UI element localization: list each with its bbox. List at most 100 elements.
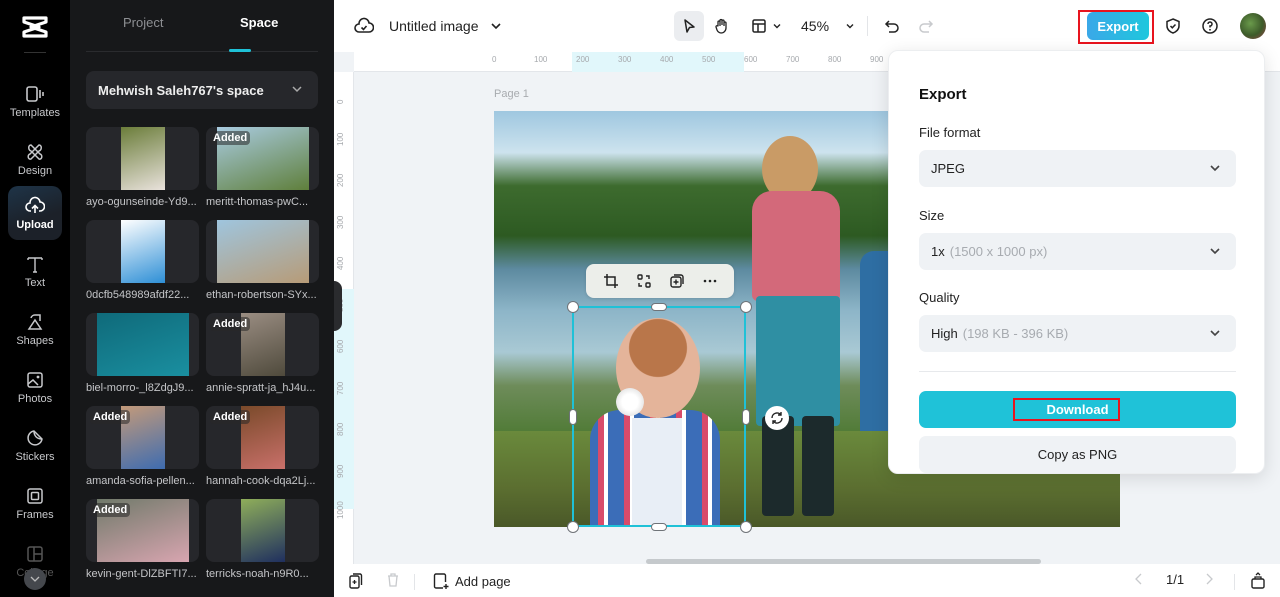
asset-item[interactable]: 0dcfb548989afdf22... bbox=[86, 220, 199, 301]
rail-more-button[interactable] bbox=[24, 568, 46, 590]
tab-project[interactable]: Project bbox=[123, 15, 163, 30]
crop-icon[interactable] bbox=[600, 270, 622, 292]
undo-button[interactable] bbox=[880, 11, 904, 41]
shield-check-icon bbox=[1166, 18, 1180, 34]
duplicate-page-icon bbox=[349, 573, 363, 589]
bottom-toolbar: Add page 1/1 bbox=[334, 564, 1280, 597]
layout-menu-button[interactable] bbox=[746, 11, 788, 41]
chevron-down-icon[interactable] bbox=[489, 17, 503, 38]
rail-item-design[interactable]: Design bbox=[8, 132, 62, 186]
ruler-tick-label: 200 bbox=[576, 55, 590, 64]
help-button[interactable] bbox=[1198, 11, 1222, 41]
more-options-icon[interactable] bbox=[699, 270, 721, 292]
asset-item[interactable]: ayo-ogunseinde-Yd9... bbox=[86, 127, 199, 208]
ruler-tick-label: 400 bbox=[336, 256, 345, 270]
asset-item[interactable]: Added hannah-cook-dqa2Lj... bbox=[206, 406, 319, 487]
help-icon bbox=[1202, 18, 1218, 34]
added-badge: Added bbox=[90, 503, 131, 517]
file-format-value: JPEG bbox=[931, 161, 965, 176]
asset-item[interactable]: biel-morro-_l8ZdgJ9... bbox=[86, 313, 199, 394]
ruler-tick-label: 600 bbox=[744, 55, 758, 64]
quality-value: High bbox=[931, 326, 958, 341]
asset-item[interactable]: Added annie-spratt-ja_hJ4u... bbox=[206, 313, 319, 394]
cloud-saved-icon[interactable] bbox=[354, 16, 375, 36]
rotate-handle[interactable] bbox=[765, 406, 789, 430]
next-page-button[interactable] bbox=[1204, 572, 1214, 586]
design-icon bbox=[25, 142, 45, 162]
ruler-tick-label: 700 bbox=[336, 381, 345, 395]
rail-item-photos[interactable]: Photos bbox=[8, 360, 62, 414]
ruler-tick-label: 1000 bbox=[336, 501, 345, 519]
rail-label: Shapes bbox=[16, 334, 54, 347]
resize-handle-bottom[interactable] bbox=[651, 523, 667, 531]
size-value: 1x bbox=[931, 244, 945, 259]
export-dialog-title: Export bbox=[919, 86, 967, 103]
redo-button[interactable] bbox=[914, 11, 938, 41]
zoom-level[interactable]: 45% bbox=[801, 18, 829, 34]
download-button[interactable]: Download bbox=[919, 391, 1236, 428]
select-tool-button[interactable] bbox=[674, 11, 704, 41]
document-title[interactable]: Untitled image bbox=[389, 18, 479, 34]
rail-item-upload[interactable]: Upload bbox=[8, 186, 62, 240]
left-rail: Templates Design Upload Text Shapes Phot… bbox=[0, 0, 70, 597]
resize-handle-top[interactable] bbox=[651, 303, 667, 311]
bottom-divider bbox=[414, 574, 415, 590]
space-selector[interactable]: Mehwish Saleh767's space bbox=[86, 71, 318, 109]
previous-page-button[interactable] bbox=[1134, 572, 1144, 586]
panel-collapse-handle[interactable] bbox=[334, 281, 342, 331]
asset-image bbox=[120, 127, 165, 190]
replace-icon[interactable] bbox=[633, 270, 655, 292]
resize-handle-top-right[interactable] bbox=[740, 301, 752, 313]
rail-item-stickers[interactable]: Stickers bbox=[8, 418, 62, 472]
delete-page-button[interactable] bbox=[386, 572, 400, 588]
added-badge: Added bbox=[90, 410, 131, 424]
copy-as-png-button[interactable]: Copy as PNG bbox=[919, 436, 1236, 473]
export-button[interactable]: Export bbox=[1087, 12, 1149, 40]
security-button[interactable] bbox=[1161, 11, 1185, 41]
zoom-menu-button[interactable] bbox=[840, 11, 860, 41]
asset-item[interactable]: ethan-robertson-SYx... bbox=[206, 220, 319, 301]
asset-item[interactable]: Added meritt-thomas-pwC... bbox=[206, 127, 319, 208]
ruler-tick-label: 800 bbox=[828, 55, 842, 64]
duplicate-icon[interactable] bbox=[666, 270, 688, 292]
rail-item-text[interactable]: Text bbox=[8, 244, 62, 298]
rail-item-templates[interactable]: Templates bbox=[8, 74, 62, 128]
asset-thumbnail bbox=[206, 499, 319, 562]
hand-tool-button[interactable] bbox=[708, 11, 736, 41]
resize-handle-left[interactable] bbox=[569, 409, 577, 425]
active-tab-indicator bbox=[229, 49, 251, 52]
asset-item[interactable]: Added amanda-sofia-pellen... bbox=[86, 406, 199, 487]
asset-item[interactable]: terricks-noah-n9R0... bbox=[206, 499, 319, 580]
duplicate-page-button[interactable] bbox=[348, 572, 364, 590]
page-manager-button[interactable] bbox=[1250, 572, 1266, 590]
ruler-tick-label: 800 bbox=[336, 422, 345, 436]
size-select[interactable]: 1x (1500 x 1000 px) bbox=[919, 233, 1236, 270]
size-label: Size bbox=[919, 208, 945, 223]
asset-filename: 0dcfb548989afdf22... bbox=[86, 289, 190, 301]
trash-icon bbox=[388, 573, 398, 587]
resize-handle-top-left[interactable] bbox=[567, 301, 579, 313]
asset-image bbox=[96, 313, 189, 376]
chevron-right-icon bbox=[1206, 573, 1213, 585]
ruler-tick-label: 300 bbox=[618, 55, 632, 64]
file-format-select[interactable]: JPEG bbox=[919, 150, 1236, 187]
rail-item-frames[interactable]: Frames bbox=[8, 476, 62, 530]
undo-icon bbox=[884, 20, 899, 33]
user-avatar[interactable] bbox=[1240, 13, 1266, 39]
resize-handle-right[interactable] bbox=[742, 409, 750, 425]
chevron-down-icon bbox=[292, 86, 302, 93]
chevron-down-icon bbox=[1210, 248, 1220, 255]
asset-item[interactable]: Added kevin-gent-DlZBFTI7... bbox=[86, 499, 199, 580]
capcut-logo-icon[interactable] bbox=[20, 14, 50, 40]
chevron-down-icon bbox=[1210, 330, 1220, 337]
quality-select[interactable]: High (198 KB - 396 KB) bbox=[919, 315, 1236, 352]
asset-filename: terricks-noah-n9R0... bbox=[206, 568, 309, 580]
resize-handle-bottom-right[interactable] bbox=[740, 521, 752, 533]
quality-label: Quality bbox=[919, 290, 960, 305]
rail-item-shapes[interactable]: Shapes bbox=[8, 302, 62, 356]
rotate-icon bbox=[771, 412, 783, 424]
resize-handle-bottom-left[interactable] bbox=[567, 521, 579, 533]
add-page-button[interactable]: Add page bbox=[432, 572, 511, 590]
tab-space[interactable]: Space bbox=[240, 15, 278, 30]
asset-filename: meritt-thomas-pwC... bbox=[206, 196, 309, 208]
